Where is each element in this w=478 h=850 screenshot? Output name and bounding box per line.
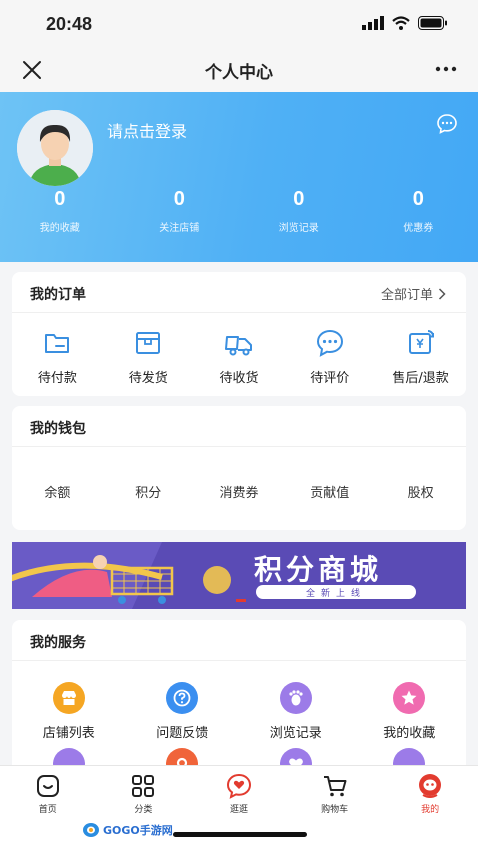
- all-orders-link[interactable]: 全部订单: [381, 284, 446, 303]
- service-history[interactable]: 浏览记录: [239, 682, 353, 741]
- service-label: 我的收藏: [383, 726, 436, 741]
- refund-icon: [408, 330, 434, 354]
- all-orders-label: 全部订单: [380, 288, 433, 303]
- watermark: GOGO手游网: [82, 822, 173, 838]
- wallet-points[interactable]: 积分: [103, 482, 194, 501]
- wallet-icon: [45, 334, 70, 353]
- watermark-text: GOGO手游网: [103, 824, 173, 837]
- services-card: 我的服务 店铺列表 问题反馈 浏览记录 我的收藏: [12, 620, 466, 780]
- more-icon[interactable]: [432, 59, 460, 79]
- service-label: 浏览记录: [269, 726, 322, 741]
- order-label: 待收货: [219, 371, 259, 386]
- services-title: 我的服务: [30, 635, 86, 651]
- login-prompt[interactable]: 请点击登录: [107, 118, 187, 142]
- avatar[interactable]: [17, 110, 93, 186]
- stat-label: 浏览记录: [278, 223, 319, 234]
- banner-title: 积分商城: [253, 553, 382, 586]
- order-pending-review[interactable]: 待评价: [284, 328, 375, 386]
- status-icons: [362, 16, 448, 30]
- service-label: 店铺列表: [42, 726, 95, 741]
- battery-icon: [418, 16, 447, 30]
- category-icon: [132, 775, 155, 797]
- footer: GOGO手游网: [0, 820, 478, 850]
- wallet-vouchers[interactable]: 消费券: [194, 482, 285, 501]
- home-icon: [36, 775, 59, 797]
- cart-icon: [323, 776, 347, 797]
- divider: [12, 312, 466, 313]
- tab-label: 我的: [421, 805, 440, 815]
- footprint-icon: [279, 682, 312, 714]
- tab-cart[interactable]: 购物车: [287, 766, 383, 820]
- order-pending-payment[interactable]: 待付款: [12, 328, 103, 386]
- stat-coupons[interactable]: 0 优惠券: [359, 188, 478, 234]
- wallet-row: 余额 积分 消费券 贡献值 股权: [12, 482, 466, 501]
- tab-label: 首页: [38, 805, 57, 815]
- star-icon: [393, 682, 426, 714]
- service-store-list[interactable]: 店铺列表: [12, 682, 126, 741]
- tab-category[interactable]: 分类: [96, 766, 192, 820]
- tab-label: 逛逛: [229, 805, 248, 815]
- stat-value: 0: [54, 188, 66, 210]
- tab-label: 购物车: [321, 805, 349, 815]
- stat-value: 0: [412, 188, 424, 210]
- tab-mine[interactable]: 我的: [382, 766, 478, 820]
- stat-label: 关注店铺: [159, 223, 200, 234]
- order-label: 待评价: [310, 371, 350, 386]
- wallet-card: 我的钱包 余额 积分 消费券 贡献值 股权: [12, 406, 466, 530]
- tab-browse[interactable]: 逛逛: [191, 766, 287, 820]
- home-indicator: [173, 832, 307, 837]
- message-icon[interactable]: [436, 113, 458, 135]
- wallet-title: 我的钱包: [30, 421, 86, 437]
- watermark-logo-icon: [83, 823, 99, 837]
- nav-bar: 个人中心: [0, 46, 478, 92]
- stat-followed-stores[interactable]: 0 关注店铺: [120, 188, 240, 234]
- order-pending-shipment[interactable]: 待发货: [103, 328, 194, 386]
- profile-header: 请点击登录 0 我的收藏 0 关注店铺 0 浏览记录 0 优惠券: [0, 92, 478, 262]
- page-title: 个人中心: [205, 63, 273, 83]
- order-label: 待发货: [128, 371, 168, 386]
- order-after-sales[interactable]: 售后/退款: [375, 328, 466, 386]
- wifi-icon: [392, 16, 410, 30]
- stat-value: 0: [173, 188, 185, 210]
- services-row: 店铺列表 问题反馈 浏览记录 我的收藏: [12, 682, 466, 741]
- wallet-contribution[interactable]: 贡献值: [284, 482, 375, 501]
- chevron-right-icon: [438, 287, 446, 300]
- wallet-balance[interactable]: 余额: [12, 482, 103, 501]
- service-feedback[interactable]: 问题反馈: [126, 682, 240, 741]
- profile-stats: 0 我的收藏 0 关注店铺 0 浏览记录 0 优惠券: [0, 188, 478, 234]
- order-label: 待付款: [37, 371, 77, 386]
- order-label: 售后/退款: [392, 371, 449, 386]
- signal-icon: [362, 16, 384, 30]
- stat-label: 优惠券: [403, 223, 434, 234]
- status-time: 20:48: [46, 14, 93, 34]
- store-icon: [52, 682, 85, 714]
- divider: [12, 446, 466, 447]
- service-favorites[interactable]: 我的收藏: [353, 682, 467, 741]
- stat-history[interactable]: 0 浏览记录: [239, 188, 359, 234]
- orders-title: 我的订单: [30, 287, 86, 303]
- package-icon: [136, 332, 161, 354]
- divider: [12, 660, 466, 661]
- tab-bar: 首页 分类 逛逛 购物车 我的: [0, 765, 478, 820]
- comment-icon: [316, 329, 343, 357]
- tab-label: 分类: [134, 805, 153, 815]
- stat-label: 我的收藏: [39, 223, 80, 234]
- banner-subtitle: 全新上线: [305, 589, 366, 599]
- avatar-image: [17, 110, 93, 186]
- stat-favorites[interactable]: 0 我的收藏: [0, 188, 120, 234]
- stat-value: 0: [293, 188, 305, 210]
- orders-card: 我的订单 全部订单 待付款 待发货 待收货 待评价 售后/退款: [12, 272, 466, 396]
- user-icon: [419, 774, 442, 798]
- tab-home[interactable]: 首页: [0, 766, 96, 820]
- status-bar: 20:48: [0, 0, 478, 46]
- order-pending-receipt[interactable]: 待收货: [194, 328, 285, 386]
- browse-icon: [226, 773, 251, 799]
- question-icon: [166, 682, 199, 714]
- service-label: 问题反馈: [156, 726, 209, 741]
- truck-icon: [224, 336, 252, 356]
- order-status-row: 待付款 待发货 待收货 待评价 售后/退款: [12, 328, 466, 386]
- points-mall-banner[interactable]: 积分商城 全新上线: [12, 542, 466, 609]
- wallet-equity[interactable]: 股权: [375, 482, 466, 501]
